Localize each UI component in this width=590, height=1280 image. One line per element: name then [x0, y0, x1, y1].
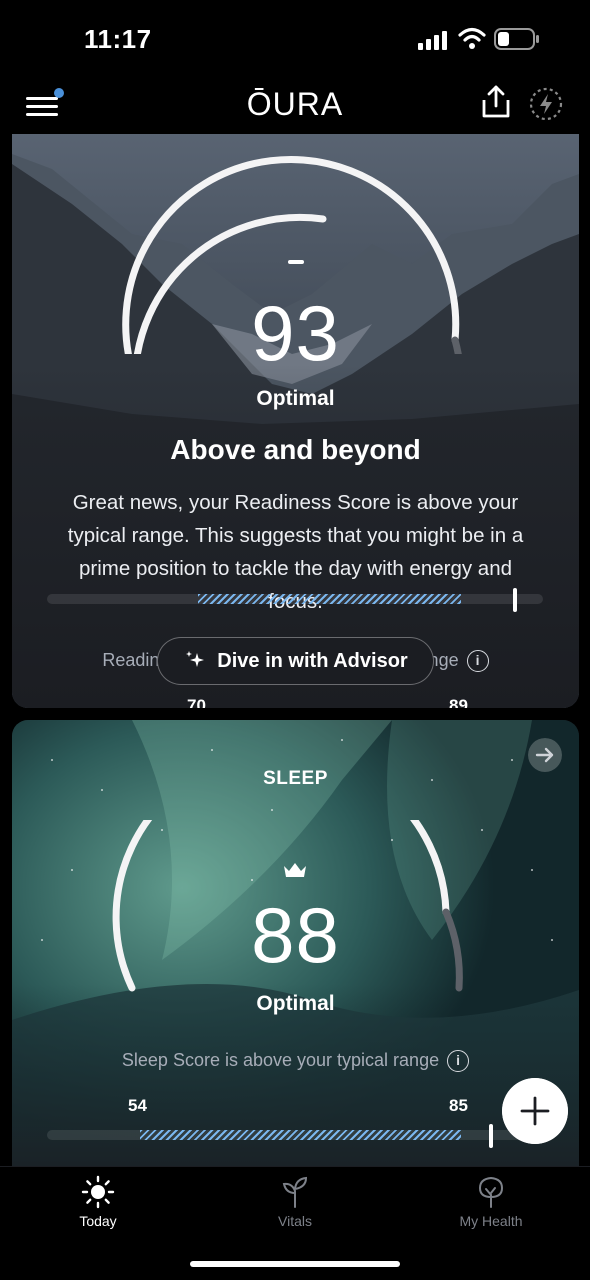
sleep-card[interactable]: SLEEP 88 Optimal Sleep Score is above yo… [12, 720, 579, 1166]
sleep-range-low: 54 [128, 1096, 147, 1115]
readiness-range-low: 70 [187, 696, 206, 708]
sprout-icon [282, 1176, 308, 1208]
readiness-score-label: Optimal [256, 387, 335, 410]
sleep-range-track [47, 1124, 543, 1148]
dive-in-advisor-button[interactable]: Dive in with Advisor [157, 637, 434, 685]
sleep-typical-range-band [140, 1130, 461, 1140]
arrow-right-icon[interactable] [528, 738, 562, 772]
readiness-range-high: 89 [449, 696, 468, 708]
sleep-range-high: 85 [449, 1096, 468, 1115]
add-button[interactable] [502, 1078, 568, 1144]
crown-icon [284, 863, 306, 877]
sleep-score-label: Optimal [256, 992, 335, 1015]
status-bar: 11:17 [0, 0, 590, 80]
sleep-range-caption: Sleep Score is above your typical range [121, 1050, 440, 1070]
tab-today[interactable]: Today [38, 1175, 158, 1229]
status-time: 11:17 [84, 24, 152, 54]
tab-vitals-label: Vitals [278, 1213, 312, 1229]
ring-battery-icon[interactable] [528, 86, 564, 122]
today-feed[interactable]: 93 Optimal Above and beyond Great news, … [0, 134, 590, 1166]
sparkle-icon [186, 651, 205, 667]
home-indicator [190, 1261, 400, 1267]
tab-today-label: Today [79, 1213, 117, 1229]
advisor-button-label: Dive in with Advisor [217, 649, 408, 672]
tab-my-health[interactable]: My Health [431, 1175, 551, 1229]
tree-icon [478, 1176, 504, 1208]
readiness-card[interactable]: 93 Optimal Above and beyond Great news, … [12, 134, 579, 708]
battery-icon [494, 28, 539, 50]
wifi-icon [458, 27, 486, 49]
share-icon[interactable] [480, 84, 512, 120]
readiness-score-value: 93 [251, 289, 340, 377]
cellular-signal-icon [418, 31, 447, 50]
sleep-score-marker [489, 1124, 493, 1148]
readiness-score-marker [513, 588, 517, 612]
sleep-title: SLEEP [263, 768, 328, 789]
info-icon[interactable]: i [466, 650, 489, 673]
tab-vitals[interactable]: Vitals [235, 1175, 355, 1229]
readiness-range-track [47, 588, 543, 612]
app-header: ŌURA [0, 80, 590, 134]
tab-my-health-label: My Health [459, 1213, 523, 1229]
readiness-headline: Above and beyond [170, 434, 421, 465]
sleep-range-caption-row: Sleep Score is above your typical range i [12, 1050, 579, 1073]
sun-icon [81, 1175, 115, 1209]
info-icon[interactable]: i [447, 1050, 470, 1073]
sleep-score-value: 88 [251, 891, 340, 979]
readiness-typical-range-band [198, 594, 461, 604]
